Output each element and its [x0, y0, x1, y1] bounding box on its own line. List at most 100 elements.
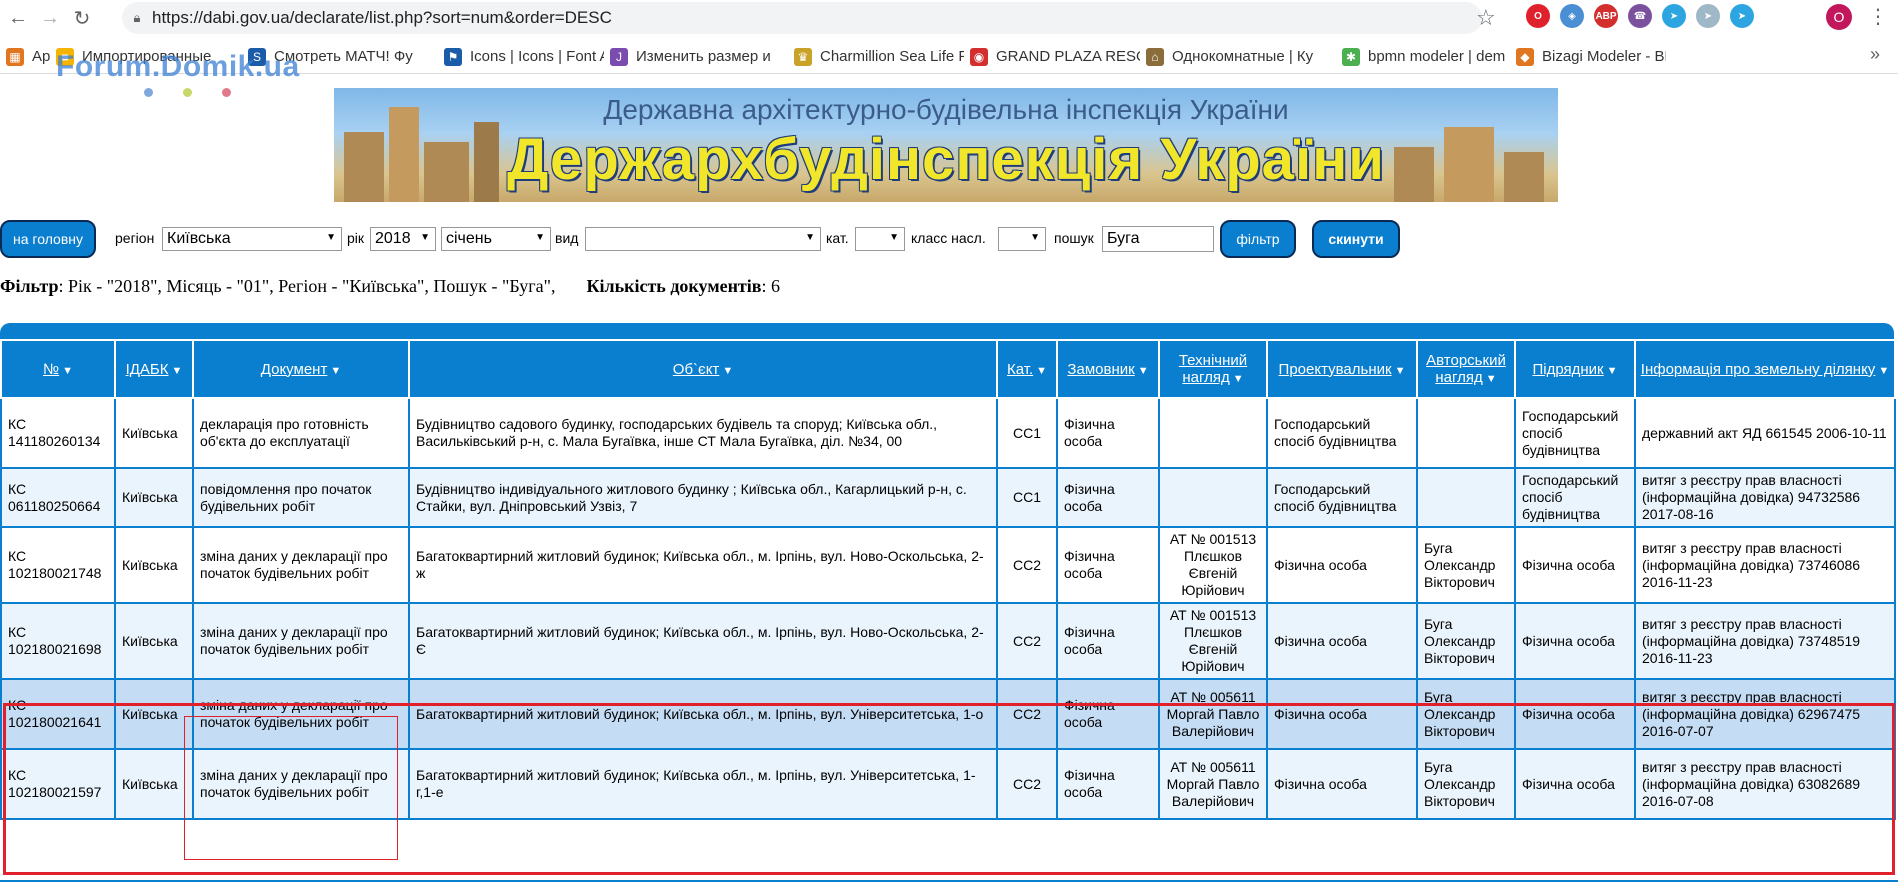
table-cell	[1158, 467, 1268, 528]
table-row[interactable]: КС 102180021748 Київська зміна даних у дек…	[0, 526, 1896, 604]
table-cell: СС2	[996, 748, 1058, 820]
class-select[interactable]: ▼	[998, 227, 1046, 251]
table-row[interactable]: КС 102180021698 Київська зміна даних у дек…	[0, 602, 1896, 680]
back-icon[interactable]: ←	[4, 4, 32, 32]
table-cell: Київська	[114, 748, 194, 820]
table-cell: АТ № 001513 Плєшков Євгеній Юрійович	[1158, 526, 1268, 604]
column-header-label[interactable]: Замовник	[1067, 361, 1134, 378]
column-header[interactable]: Технічний нагляд ▼	[1158, 339, 1268, 399]
column-header-label[interactable]: Кат.	[1007, 361, 1033, 378]
reset-button[interactable]: скинути	[1312, 220, 1400, 258]
column-header-label[interactable]: №	[43, 361, 59, 378]
sort-arrow-icon[interactable]: ▼	[1138, 365, 1149, 377]
table-cell: Буга Олександр Вікторович	[1416, 602, 1516, 680]
sort-arrow-icon[interactable]: ▼	[1607, 365, 1618, 377]
table-cell: Будівництво індивідуального житлового бу…	[408, 467, 998, 528]
bookmark-item[interactable]: ◆ Bizagi Modeler - BPM	[1516, 47, 1666, 66]
sort-arrow-icon[interactable]: ▼	[62, 365, 73, 377]
bookmark-item[interactable]: ♛ Charmillion Sea Life F	[794, 47, 964, 66]
sort-arrow-icon[interactable]: ▼	[722, 365, 733, 377]
column-header-label[interactable]: ІДАБК	[126, 361, 169, 378]
column-header[interactable]: Кат. ▼	[996, 339, 1058, 399]
bookmark-favicon-icon: ♛	[794, 47, 812, 66]
column-header[interactable]: № ▼	[0, 339, 116, 399]
bookmark-item[interactable]: ⚑ Icons | Icons | Font A	[444, 47, 604, 66]
bookmark-item[interactable]: ▦ Apps	[6, 47, 50, 66]
column-header[interactable]: Проектувальник ▼	[1266, 339, 1418, 399]
table-cell: КС 102180021641	[0, 678, 116, 750]
bookmark-item[interactable]: ◉ GRAND PLAZA RESO	[970, 47, 1140, 66]
column-header-label[interactable]: Проектувальник	[1279, 361, 1392, 378]
bookmark-label: Bizagi Modeler - BPM	[1542, 48, 1666, 65]
filter-button[interactable]: фільтр	[1220, 220, 1296, 258]
region-select[interactable]: Київська ▼	[162, 227, 342, 251]
extensions-bar: O ◈ ABP ☎ ➤ ➤ ➤	[1526, 4, 1754, 28]
table-cell: Багатоквартирний житловий будинок; Київс…	[408, 678, 998, 750]
column-header[interactable]: Підрядник ▼	[1514, 339, 1636, 399]
table-cell	[1416, 397, 1516, 469]
table-body: КС 141180260134 Київська декларація про го…	[0, 397, 1896, 820]
table-cell: витяг з реєстру прав власності (інформац…	[1634, 526, 1896, 604]
opera-icon[interactable]: O	[1526, 4, 1550, 28]
table-cell: АТ № 001513 Плєшков Євгеній Юрійович	[1158, 602, 1268, 680]
bookmark-label: GRAND PLAZA RESO	[996, 48, 1140, 65]
bookmark-favicon-icon: ✱	[1342, 47, 1360, 66]
sort-arrow-icon[interactable]: ▼	[330, 365, 341, 377]
sort-arrow-icon[interactable]: ▼	[1878, 365, 1889, 377]
table-row[interactable]: КС 102180021641 Київська зміна даних у дек…	[0, 678, 1896, 750]
telegram-outline-icon[interactable]: ➤	[1696, 4, 1720, 28]
sort-arrow-icon[interactable]: ▼	[1486, 373, 1497, 385]
bookmark-item[interactable]: ✱ bpmn modeler | dem	[1342, 47, 1510, 66]
month-select[interactable]: січень ▼	[441, 227, 551, 251]
column-header-label[interactable]: Об`єкт	[673, 361, 720, 378]
column-header[interactable]: Авторський нагляд ▼	[1416, 339, 1516, 399]
watermark-dots	[144, 88, 231, 97]
column-header[interactable]: Інформація про земельну ділянку ▼	[1634, 339, 1896, 399]
menu-icon[interactable]: ⋮	[1868, 4, 1888, 29]
year-select[interactable]: 2018 ▼	[370, 227, 436, 251]
forward-icon[interactable]: →	[36, 4, 64, 32]
sort-arrow-icon[interactable]: ▼	[1036, 365, 1047, 377]
url-text[interactable]: https://dabi.gov.ua/declarate/list.php?s…	[152, 8, 612, 28]
column-header-label[interactable]: Підрядник	[1532, 361, 1603, 378]
search-input[interactable]: Буга	[1102, 226, 1214, 252]
bookmark-item[interactable]: ⌂ Однокомнатные | Ку	[1146, 47, 1336, 66]
class-label: класс насл.	[911, 230, 986, 246]
chevron-down-icon: ▼	[420, 232, 430, 243]
table-cell: АТ № 005611 Моргай Павло Валерійович	[1158, 678, 1268, 750]
browser-toolbar: ← → ↻ 🔒︎ https://dabi.gov.ua/declarate/l…	[0, 0, 1898, 36]
home-button[interactable]: на головну	[0, 220, 96, 258]
sort-arrow-icon[interactable]: ▼	[172, 365, 183, 377]
bookmark-star-icon[interactable]: ☆	[1476, 5, 1496, 31]
address-bar[interactable]: 🔒︎ https://dabi.gov.ua/declarate/list.ph…	[122, 2, 1482, 34]
extension-icon[interactable]: ◈	[1560, 4, 1584, 28]
viber-icon[interactable]: ☎	[1628, 4, 1652, 28]
bookmarks-overflow-icon[interactable]: »	[1870, 44, 1880, 65]
column-header[interactable]: Замовник ▼	[1056, 339, 1160, 399]
sort-arrow-icon[interactable]: ▼	[1233, 373, 1244, 385]
bookmark-item[interactable]: J Изменить размер и	[610, 47, 788, 66]
category-select[interactable]: ▼	[855, 227, 905, 251]
column-header[interactable]: ІДАБК ▼	[114, 339, 194, 399]
bookmark-favicon-icon: J	[610, 47, 628, 66]
type-select[interactable]: ▼	[585, 227, 821, 251]
telegram-icon[interactable]: ➤	[1662, 4, 1686, 28]
table-cell: Господарський спосіб будівництва	[1514, 467, 1636, 528]
table-row[interactable]: КС 141180260134 Київська декларація про го…	[0, 397, 1896, 469]
table-row[interactable]: КС 061180250664 Київська повідомлення про …	[0, 467, 1896, 528]
column-header-label[interactable]: Інформація про земельну ділянку	[1641, 361, 1876, 378]
table-cell: зміна даних у декларації про початок буд…	[192, 602, 410, 680]
adblock-icon[interactable]: ABP	[1594, 4, 1618, 28]
sort-arrow-icon[interactable]: ▼	[1395, 365, 1406, 377]
profile-avatar[interactable]: O	[1826, 4, 1852, 30]
dot-icon	[183, 88, 192, 97]
table-cell: Багатоквартирний житловий будинок; Київс…	[408, 526, 998, 604]
table-row[interactable]: КС 102180021597 Київська зміна даних у дек…	[0, 748, 1896, 820]
column-header-label[interactable]: Документ	[261, 361, 328, 378]
column-header[interactable]: Об`єкт ▼	[408, 339, 998, 399]
reload-icon[interactable]: ↻	[68, 4, 96, 32]
bookmark-label: Однокомнатные | Ку	[1172, 48, 1314, 65]
filter-summary-label: Фільтр	[0, 276, 59, 296]
telegram-blue-icon[interactable]: ➤	[1730, 4, 1754, 28]
column-header[interactable]: Документ ▼	[192, 339, 410, 399]
